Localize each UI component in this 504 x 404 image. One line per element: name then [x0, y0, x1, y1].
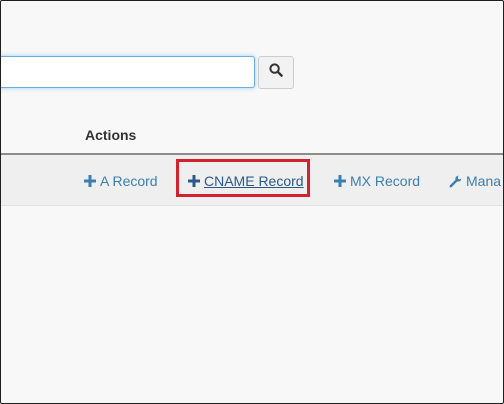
- manage-link[interactable]: Mana: [449, 172, 501, 190]
- add-cname-record-label: CNAME Record: [204, 173, 304, 189]
- search-input[interactable]: [1, 56, 255, 88]
- plus-icon: [84, 175, 96, 187]
- add-a-record-link[interactable]: A Record: [84, 172, 158, 190]
- app-frame: Actions A Record CNAME Record MX Record …: [0, 0, 504, 404]
- manage-label: Mana: [466, 173, 502, 189]
- add-a-record-label: A Record: [100, 173, 158, 189]
- plus-icon: [188, 175, 200, 187]
- add-mx-record-link[interactable]: MX Record: [334, 172, 420, 190]
- add-mx-record-label: MX Record: [350, 173, 421, 189]
- search-button[interactable]: [258, 56, 294, 89]
- search-icon: [269, 63, 283, 82]
- actions-column-header: Actions: [85, 127, 137, 143]
- add-cname-record-link[interactable]: CNAME Record: [188, 172, 304, 190]
- wrench-icon: [449, 175, 462, 188]
- plus-icon: [334, 175, 346, 187]
